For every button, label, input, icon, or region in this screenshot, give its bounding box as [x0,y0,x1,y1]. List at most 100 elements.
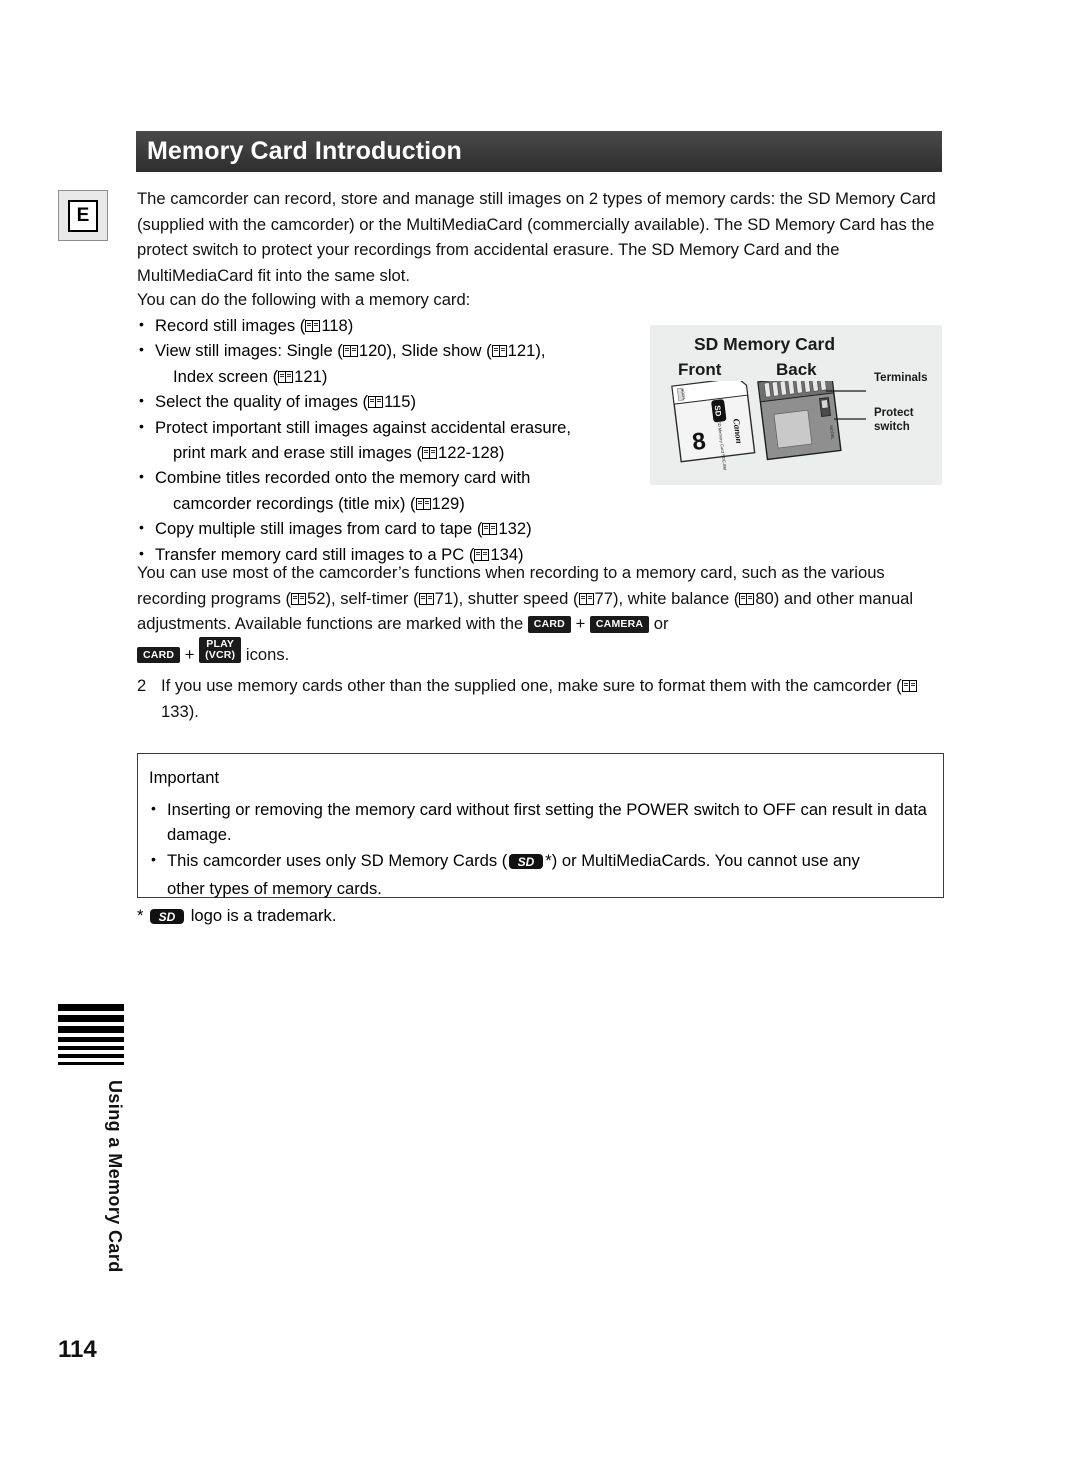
bullet-subtext: Index screen ( [173,366,279,386]
card-mode-chip-2: CARD [137,646,181,663]
functions-text-4: ), white balance ( [612,588,740,608]
sd-card-illustration: LOCK SD SD Memory Card SDC-8M Canon 8 MO… [671,381,866,471]
note-page-ref: 133 [161,701,189,721]
bullet-page-ref: 129 [431,493,460,513]
intro-paragraph-1: The camcorder can record, store and mana… [137,189,936,285]
bullet-page-ref-2: 121 [507,341,536,361]
list-item-continuation: Index screen ( 121) [155,364,637,389]
important-item-2-line2: other types of memory cards. [167,879,382,899]
book-icon [278,370,294,383]
protect-switch-label: Protect switch [874,406,914,434]
book-icon [422,447,437,460]
list-item: Record still images ( 118) [137,312,637,338]
plus-sign-2: + [184,644,195,664]
svg-text:SD: SD [713,405,723,417]
list-item: Select the quality of images ( 115) [137,388,637,414]
svg-text:SD: SD [518,855,535,869]
tab-bar [58,1046,124,1050]
bullet-text-post: ) [347,316,354,335]
functions-ref-3: 77 [594,588,613,608]
list-item: Combine titles recorded onto the memory … [137,464,637,516]
language-tab: E [58,190,108,241]
list-item: View still images: Single (120), Slide s… [137,337,637,389]
important-list: Inserting or removing the memory card wi… [149,796,934,902]
tab-bar [58,1037,124,1042]
trademark-footnote: * SD logo is a trademark. [137,906,336,929]
bullet-text-post: ), [535,341,546,361]
bullet-text: Record still images ( [155,316,306,335]
important-item-2-pre: This camcorder uses only SD Memory Cards… [167,850,508,870]
important-item-2: This camcorder uses only SD Memory Cards… [149,847,934,902]
bullet-text: Copy multiple still images from card to … [155,519,483,539]
book-icon [901,680,917,692]
sd-memory-card-panel: SD Memory Card Front Back Terminals Prot… [650,325,942,485]
functions-paragraph: You can use most of the camcorder’s func… [137,560,942,667]
protect-switch-label-line1: Protect [874,407,914,419]
book-icon [491,345,507,358]
bullet-page-ref: 121 [294,366,322,386]
book-icon [474,548,490,561]
functions-ref-4: 80 [755,588,774,608]
bullet-text-post: ) [410,392,417,412]
bullet-page-ref: 132 [498,519,527,539]
bullet-subtext-post: ) [498,443,505,463]
bullet-subtext: print mark and erase still images ( [173,443,422,463]
bullet-text-post: ) [526,519,532,539]
bullet-page-ref: 120 [358,341,387,361]
functions-text-6: icons. [245,644,290,664]
sd-logo-icon: SD [150,909,185,929]
important-title: Important [149,768,220,787]
book-icon [739,592,755,605]
note-text: If you use memory cards other than the s… [137,673,942,724]
functions-text-2: ), self-timer ( [325,588,419,608]
bullet-subtext-post: ) [321,366,328,386]
bullet-subtext: camcorder recordings (title mix) ( [173,493,416,513]
intro-paragraph-2: You can do the following with a memory c… [137,290,471,309]
bullet-text: View still images: Single ( [155,341,343,361]
or-text: or [653,614,669,633]
list-item: Copy multiple still images from card to … [137,515,637,541]
bullet-page-ref: 115 [384,392,411,412]
protect-switch-label-line2: switch [874,421,910,433]
book-icon [418,592,434,605]
tab-bar [58,1026,124,1033]
section-tab-bars [58,1004,124,1066]
sd-logo-icon: SD [509,851,544,876]
list-item: Protect important still images against a… [137,414,637,466]
camera-mode-chip: CAMERA [589,616,650,633]
plus-sign: + [575,614,586,633]
tab-bar [58,1004,124,1011]
terminals-label: Terminals [874,372,928,384]
svg-text:SD: SD [159,910,176,924]
book-icon [291,592,307,605]
play-vcr-mode-chip: PLAY (VCR) [199,636,242,663]
important-item-2-post: *) or MultiMediaCards. You cannot use an… [545,850,860,870]
book-icon [415,497,431,510]
page-title: Memory Card Introduction [147,137,462,165]
bullet-text: Select the quality of images ( [155,392,369,412]
sd-back-label: Back [776,360,817,379]
document-page: Memory Card Introduction E The camcorder… [0,0,1080,1472]
bullet-page-ref: 118 [321,316,348,335]
book-icon [342,345,358,358]
note-text-pre: If you use memory cards other than the s… [161,676,902,695]
book-icon [368,396,384,409]
page-number: 114 [58,1336,97,1363]
footnote-text: logo is a trademark. [190,906,337,925]
note-number: 2 [137,676,147,695]
card-mode-chip: CARD [527,616,571,633]
bullet-text: Protect important still images against a… [155,417,571,437]
bullet-text: Combine titles recorded onto the memory … [155,468,531,488]
book-icon [305,320,321,332]
important-box: Important Inserting or removing the memo… [137,753,944,898]
functions-ref-1: 52 [307,588,326,608]
list-item-continuation: print mark and erase still images ( 122-1… [155,440,637,465]
book-icon [482,523,498,536]
bullet-page-ref: 122-128 [438,443,499,463]
list-item-continuation: camcorder recordings (title mix) (129) [155,491,637,516]
functions-text-3: ), shutter speed ( [453,588,579,608]
play-chip-line1: PLAY [206,637,235,650]
note-text-post: ). [188,701,199,721]
language-tab-label: E [68,199,98,232]
page-title-bar: Memory Card Introduction [136,131,942,172]
